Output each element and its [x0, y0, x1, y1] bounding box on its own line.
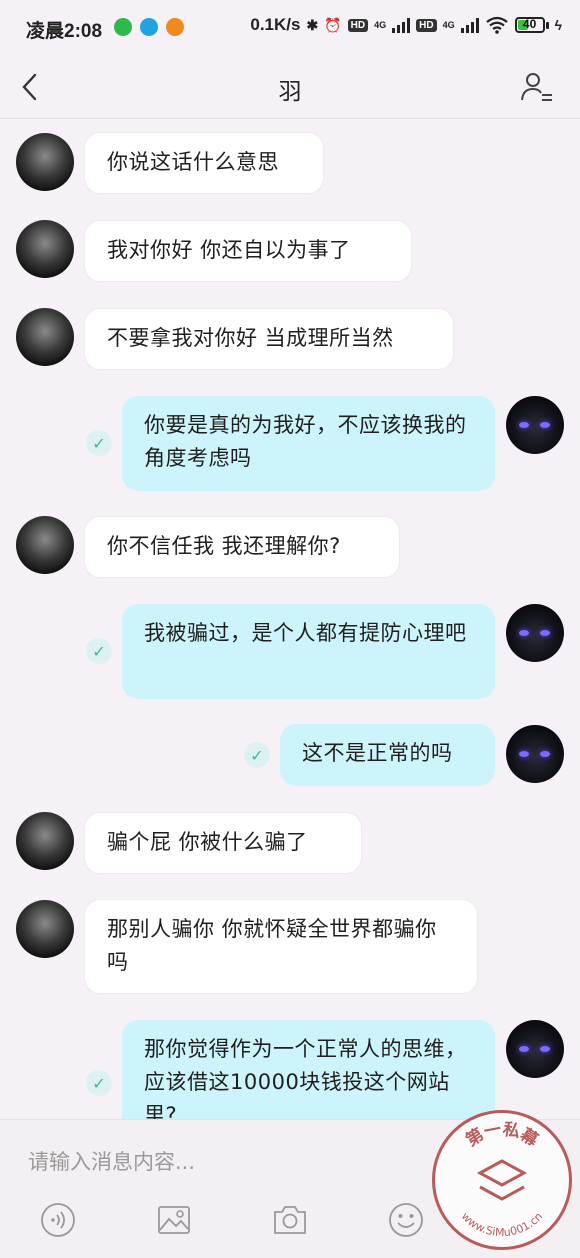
- contact-avatar[interactable]: [16, 220, 74, 278]
- contact-avatar[interactable]: [16, 133, 74, 191]
- battery-icon: 40: [514, 17, 549, 33]
- chat-header: 羽: [0, 56, 580, 119]
- message-bubble-outgoing[interactable]: 我被骗过，是个人都有提防心理吧: [122, 604, 495, 699]
- message-bubble-incoming[interactable]: 骗个屁 你被什么骗了: [84, 812, 362, 874]
- message-bubble-incoming[interactable]: 那别人骗你 你就怀疑全世界都骗你吗: [84, 899, 478, 994]
- emoji-icon[interactable]: [388, 1202, 424, 1238]
- signal-bars-icon-2: [460, 17, 479, 33]
- message-bubble-outgoing[interactable]: 你要是真的为我好，不应该换我的角度考虑吗: [122, 396, 495, 491]
- read-check-icon: ✓: [86, 430, 112, 456]
- message-bubble-incoming[interactable]: 你说这话什么意思: [84, 132, 324, 194]
- charging-icon: ϟ: [554, 17, 562, 33]
- signal-bars-icon: [392, 17, 411, 33]
- hd-badge: HD: [347, 18, 369, 32]
- svg-text:第一私幕: 第一私幕: [462, 1119, 543, 1151]
- watermark-text-top: 第一私幕: [462, 1119, 543, 1151]
- app-icon: [140, 18, 158, 36]
- read-check-icon: ✓: [86, 1070, 112, 1096]
- status-time: 凌晨2:08: [26, 21, 103, 42]
- read-check-icon: ✓: [86, 638, 112, 664]
- contact-avatar[interactable]: [16, 812, 74, 870]
- battery-level: 40: [522, 17, 537, 31]
- image-icon[interactable]: [156, 1202, 192, 1238]
- camera-icon[interactable]: [272, 1202, 308, 1238]
- signal-icon: 4G: [374, 20, 387, 30]
- contact-avatar[interactable]: [16, 900, 74, 958]
- contact-avatar[interactable]: [16, 516, 74, 574]
- contact-profile-icon[interactable]: [520, 70, 554, 104]
- page-title: 羽: [278, 79, 302, 105]
- wifi-icon: [485, 16, 508, 34]
- voice-icon[interactable]: [40, 1202, 76, 1238]
- svg-text:www.SiMu001.cn: www.SiMu001.cn: [459, 1210, 546, 1239]
- wechat-icon: [114, 18, 132, 36]
- bluetooth-icon: ✱: [306, 16, 319, 33]
- mi-icon: [166, 18, 184, 36]
- signal-icon-2: 4G: [442, 20, 455, 30]
- network-speed: 0.1K/s: [250, 15, 301, 34]
- message-bubble-outgoing[interactable]: 这不是正常的吗: [280, 724, 495, 786]
- read-check-icon: ✓: [244, 742, 270, 768]
- watermark-seal: 第一私幕 www.SiMu001.cn: [432, 1110, 572, 1250]
- user-avatar[interactable]: [506, 1020, 564, 1078]
- message-bubble-incoming[interactable]: 不要拿我对你好 当成理所当然: [84, 308, 454, 370]
- message-bubble-incoming[interactable]: 你不信任我 我还理解你?: [84, 516, 400, 578]
- contact-avatar[interactable]: [16, 308, 74, 366]
- alarm-icon: ⏰: [324, 16, 342, 33]
- watermark-text-bottom: www.SiMu001.cn: [459, 1210, 546, 1239]
- message-input[interactable]: [26, 1142, 450, 1182]
- user-avatar[interactable]: [506, 725, 564, 783]
- hd-badge-2: HD: [416, 18, 437, 32]
- user-avatar[interactable]: [506, 396, 564, 454]
- user-avatar[interactable]: [506, 604, 564, 662]
- status-bar: 凌晨2:08 0.1K/s ✱ ⏰ HD 4G HD 4G 40 ϟ: [0, 0, 580, 56]
- message-bubble-incoming[interactable]: 我对你好 你还自以为事了: [84, 220, 412, 282]
